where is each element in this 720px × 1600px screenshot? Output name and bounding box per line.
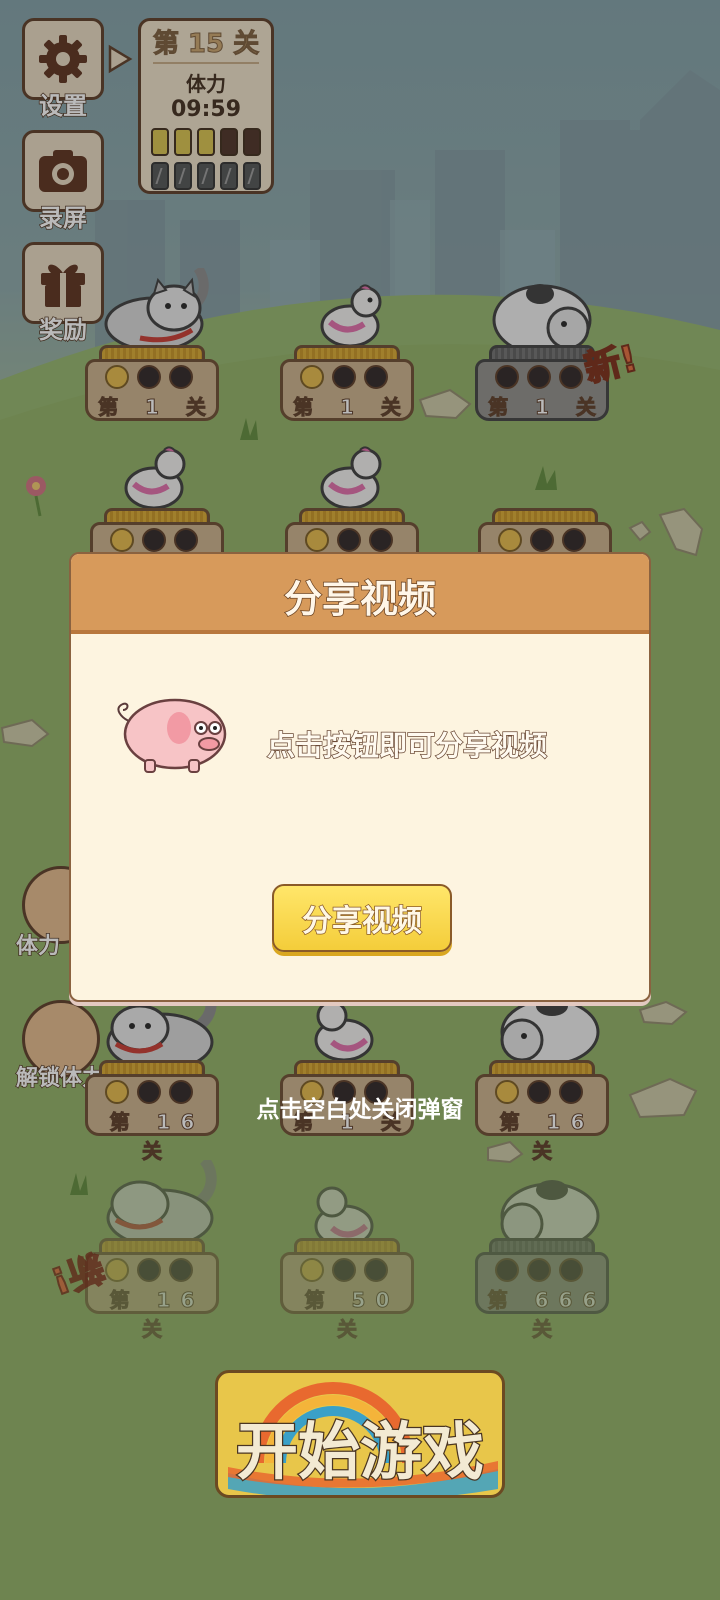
dialog-title: 分享视频: [283, 576, 437, 622]
pig-icon: [117, 698, 227, 773]
start-game-label: 开始游戏: [235, 1414, 486, 1490]
start-game-button[interactable]: 开始游戏: [215, 1370, 505, 1498]
dialog-message: 点击按钮即可分享视频: [266, 728, 548, 763]
game-stage: 设置 录屏 奖励 第 15 关 体力 09:59 第 1 关 第 1 关 第 1…: [0, 0, 720, 1600]
close-hint: 点击空白处关闭弹窗: [256, 1097, 464, 1123]
share-video-button[interactable]: 分享视频: [272, 884, 452, 952]
share-video-dialog: 分享视频 点击按钮即可分享视频 分享视频: [69, 552, 651, 1002]
dialog-header: 分享视频: [71, 554, 649, 634]
